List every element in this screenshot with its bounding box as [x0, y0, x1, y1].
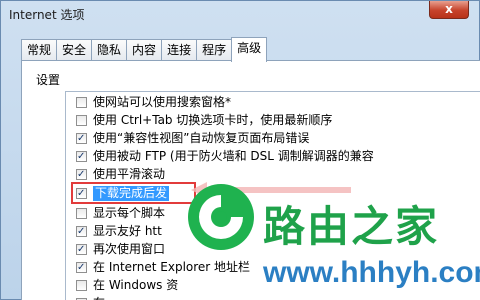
- setting-label: 使用 Ctrl+Tab 切换选项卡时，使用最新顺序: [93, 113, 333, 127]
- setting-label: 在 Internet Explorer 地址栏: [93, 260, 251, 274]
- tab-privacy[interactable]: 隐私: [91, 39, 128, 61]
- checkbox[interactable]: [76, 260, 87, 275]
- checkbox[interactable]: [76, 242, 87, 257]
- tab-content[interactable]: 内容: [126, 39, 163, 61]
- close-button[interactable]: x: [429, 1, 469, 19]
- title-bar: Internet 选项 x: [1, 1, 479, 25]
- checkbox[interactable]: [76, 131, 87, 146]
- checkbox[interactable]: [76, 224, 87, 239]
- tab-strip: 常规 安全 隐私 内容 连接 程序 高级: [21, 37, 268, 62]
- watermark-brand: 路由之家: [263, 202, 440, 251]
- setting-label: 使用“兼容性视图”自动恢复页面布局错误: [93, 131, 310, 145]
- setting-label: 再次使用窗口: [93, 242, 166, 256]
- checkbox[interactable]: [76, 167, 87, 182]
- tab-advanced[interactable]: 高级: [231, 37, 268, 62]
- window-title: Internet 选项: [9, 8, 85, 22]
- settings-section-label: 设置: [36, 73, 61, 87]
- checkbox[interactable]: [76, 280, 87, 291]
- setting-label: 使网站可以使用搜索窗格*: [93, 95, 232, 109]
- checkbox[interactable]: [76, 115, 87, 126]
- setting-label: 在: [93, 296, 105, 300]
- tab-security[interactable]: 安全: [56, 39, 93, 61]
- setting-label: 显示友好 htt: [93, 224, 162, 238]
- tab-general[interactable]: 常规: [21, 39, 58, 61]
- setting-label: 显示每个脚本: [93, 206, 166, 220]
- checkbox[interactable]: [76, 97, 87, 108]
- annotation-highlight-box: [71, 182, 196, 204]
- checkbox[interactable]: [76, 149, 87, 164]
- tab-programs[interactable]: 程序: [196, 39, 233, 61]
- setting-label: 使用被动 FTP (用于防火墙和 DSL 调制解调器的兼容: [93, 149, 374, 163]
- tab-connections[interactable]: 连接: [161, 39, 198, 61]
- setting-label: 使用平滑滚动: [93, 167, 166, 181]
- internet-options-window: Internet 选项 x 常规 安全 隐私 内容 连接 程序 高级 设置 使网…: [0, 0, 480, 300]
- router-logo-icon: [188, 184, 254, 250]
- watermark-url: www.hhhyh.com: [263, 256, 480, 289]
- setting-label: 在 Windows 资: [93, 278, 179, 292]
- checkbox[interactable]: [76, 208, 87, 219]
